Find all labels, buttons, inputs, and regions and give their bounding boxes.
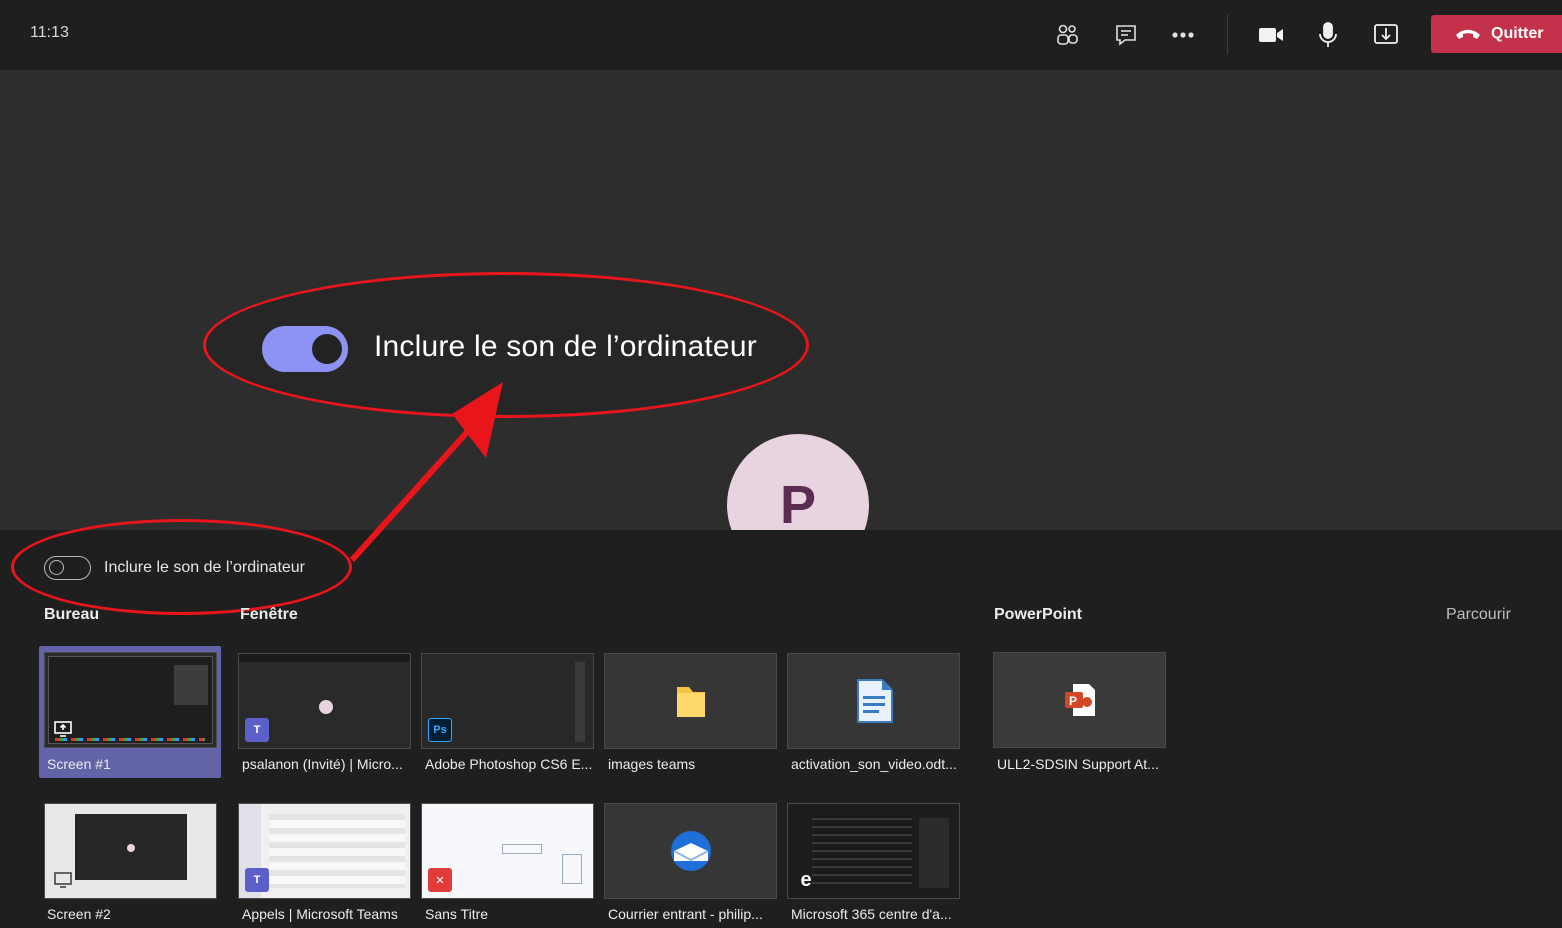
window-tile-xmind[interactable]: ✕ <box>421 803 594 899</box>
window-label-4: activation_son_video.odt... <box>791 756 957 772</box>
window-label-1: psalanon (Invité) | Micro... <box>242 756 403 772</box>
window-tile-edge[interactable]: e <box>787 803 960 899</box>
window-tile-teams-call[interactable]: T <box>238 653 411 749</box>
screen-share-icon <box>51 717 75 741</box>
screen-tile-1-label: Screen #1 <box>47 756 111 772</box>
window-label-6: Sans Titre <box>425 906 489 922</box>
screen-tile-2-label: Screen #2 <box>47 906 111 922</box>
screen-tile-1[interactable] <box>44 652 217 748</box>
teams-share-screen: 11:13 Quitter P Inclure le son de l’ordi… <box>0 0 1562 928</box>
svg-text:P: P <box>1069 694 1077 708</box>
window-label-7: Courrier entrant - philip... <box>608 906 763 922</box>
screen-tile-2[interactable] <box>44 803 217 899</box>
window-label-8: Microsoft 365 centre d'a... <box>791 906 952 922</box>
folder-icon <box>676 687 705 717</box>
browse-link[interactable]: Parcourir <box>1446 606 1511 624</box>
annotation-arrow <box>349 382 503 563</box>
window-tile-document[interactable] <box>787 653 960 749</box>
window-tile-teams-appels[interactable]: T <box>238 803 411 899</box>
edge-icon: e <box>800 868 812 891</box>
teams-icon: T <box>245 718 269 742</box>
powerpoint-tile[interactable]: P <box>993 652 1166 748</box>
xmind-icon: ✕ <box>428 868 452 892</box>
thunderbird-icon <box>670 831 711 871</box>
window-label-5: Appels | Microsoft Teams <box>242 906 398 922</box>
window-tile-thunderbird[interactable] <box>604 803 777 899</box>
section-window: Fenêtre <box>240 606 298 623</box>
window-tile-images-teams[interactable] <box>604 653 777 749</box>
window-tile-photoshop[interactable]: Ps <box>421 653 594 749</box>
powerpoint-label: ULL2-SDSIN Support At... <box>997 756 1159 772</box>
window-label-2: Adobe Photoshop CS6 E... <box>425 756 593 772</box>
section-powerpoint: PowerPoint <box>994 606 1083 623</box>
screen-share-icon <box>51 868 75 892</box>
powerpoint-icon: P <box>1064 684 1095 716</box>
screen-thumbnail <box>75 814 187 880</box>
teams-icon: T <box>245 868 269 892</box>
section-desktop: Bureau <box>44 606 100 623</box>
photoshop-icon: Ps <box>428 718 452 742</box>
document-icon <box>856 679 893 723</box>
window-label-3: images teams <box>608 756 696 772</box>
